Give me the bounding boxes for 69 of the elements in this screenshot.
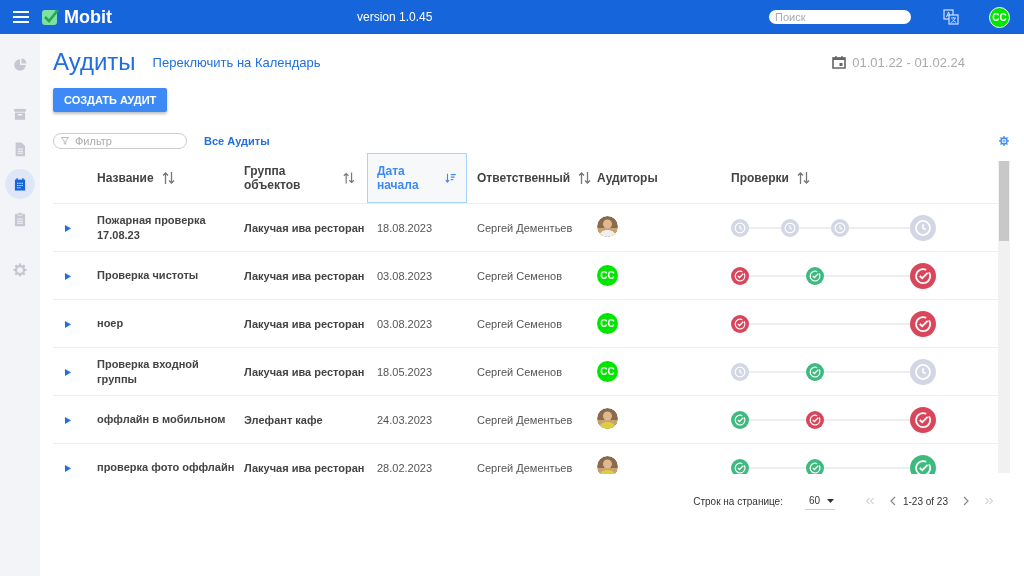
column-header[interactable]: Ответственный [467,153,597,203]
sort-icon[interactable] [161,171,175,185]
menu-icon[interactable] [13,11,29,23]
previous-page-icon[interactable] [888,496,897,506]
sort-icon[interactable] [796,171,810,185]
table-cell-text: 28.02.2023 [376,461,434,474]
scrollbar[interactable] [998,161,1010,473]
column-header[interactable]: Проверки [731,153,998,203]
avatar: CC [597,313,618,334]
table-cell-text: Сергей Семенов [476,317,564,330]
rows-per-page-select[interactable]: 60 [804,492,835,510]
table-cell-text: Лакучая ива ресторан [244,317,366,330]
table-cell-text: Элефант кафе [244,413,324,426]
table-cell-text: Сергей Дементьев [476,221,574,234]
table-cell-text: 18.05.2023 [376,365,434,378]
settings-icon [12,262,28,278]
table-cell-text: Сергей Дементьев [476,461,574,474]
page-title: Аудиты [53,48,136,76]
translate-icon[interactable] [943,9,959,25]
clipboard-icon [12,211,28,227]
column-header[interactable]: Группа объектов [244,153,367,203]
search-field[interactable]: Поиск [769,10,911,24]
table-cell-text: Лакучая ива ресторан [244,365,366,378]
table-cell-text: оффлайн в мобильном [97,412,227,427]
table-cell-text: 24.03.2023 [376,413,434,426]
sort-icon[interactable] [343,171,355,185]
pie-chart-icon [12,57,28,73]
sort-descending-icon[interactable] [445,172,456,184]
table-cell-text: Сергей Дементьев [476,413,574,426]
calendar-icon[interactable] [832,55,847,69]
logo-icon [41,8,59,26]
expand-icon[interactable] [65,368,71,376]
version-label: version 1.0.45 [357,10,433,24]
sort-icon[interactable] [578,171,592,185]
page-range: 1-23 of 23 [902,495,948,507]
table-cell-text: 18.08.2023 [376,221,434,234]
sidebar-item[interactable] [5,169,35,199]
table-cell-text: 03.08.2023 [376,317,434,330]
next-page-icon[interactable] [962,496,970,506]
filter-icon [61,137,69,145]
caret-icon [827,498,835,503]
table-cell-text: 03.08.2023 [376,269,434,282]
table-cell-text: Проверка входной группы [97,357,200,386]
calendar-icon [12,176,28,192]
filter-field[interactable]: Фильтр [53,133,187,149]
table-cell-text: Лакучая ива ресторан [244,461,366,474]
table-cell-text: Сергей Семенов [476,365,564,378]
settings-icon[interactable] [998,135,1010,147]
archive-icon [12,106,28,122]
brand-name: Mobit [64,6,112,28]
avatar: CC [597,265,618,286]
expand-icon[interactable] [65,272,71,280]
table-cell-text: проверка фото оффлайн [97,460,236,474]
rows-per-page-label: Строк на странице: [693,495,783,507]
table-cell-text: Проверка чистоты [97,268,200,283]
table-cell-text: Лакучая ива ресторан [244,269,366,282]
expand-icon[interactable] [65,464,71,472]
table-cell-text: ноер [97,316,125,331]
table-cell-text: Сергей Семенов [476,269,564,282]
expand-icon[interactable] [65,416,71,424]
table-cell-text: Пожарная проверка 17.08.23 [97,213,207,242]
table-cell-text: Лакучая ива ресторан [244,221,366,234]
expand-icon[interactable] [65,320,71,328]
column-header[interactable]: Название [97,153,244,203]
column-header[interactable]: Аудиторы [597,153,731,203]
avatar: CC [597,361,618,382]
all-audits-link[interactable]: Все Аудиты [204,135,270,147]
expand-icon[interactable] [65,224,71,232]
calendar-link[interactable]: Переключить на Календарь [152,54,321,70]
